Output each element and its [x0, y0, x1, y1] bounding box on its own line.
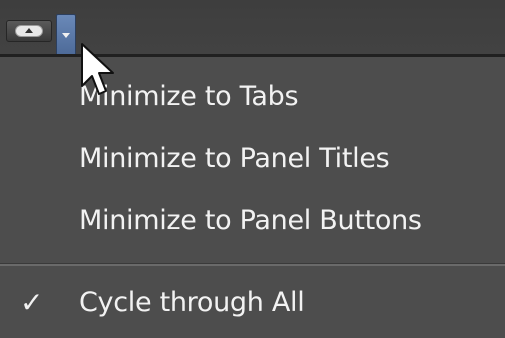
menu-item-minimize-to-tabs[interactable]: Minimize to Tabs	[0, 69, 505, 125]
application-window: Minimize to Tabs Minimize to Panel Title…	[0, 0, 505, 338]
minimize-panels-button[interactable]	[6, 20, 52, 42]
menu-item-label: Minimize to Tabs	[79, 81, 299, 112]
menu-item-minimize-to-panel-buttons[interactable]: Minimize to Panel Buttons	[0, 193, 505, 249]
menu-item-label: Minimize to Panel Titles	[79, 143, 390, 174]
minimize-options-dropdown-button[interactable]	[56, 14, 76, 56]
minimize-options-menu: Minimize to Tabs Minimize to Panel Title…	[0, 57, 505, 338]
minimize-pill-icon	[15, 25, 43, 37]
menu-item-label: Cycle through All	[79, 287, 305, 318]
menu-item-cycle-through-all[interactable]: ✓ Cycle through All	[0, 275, 505, 331]
chevron-down-icon	[62, 33, 70, 38]
menu-separator	[0, 263, 505, 266]
checkmark-icon: ✓	[20, 286, 44, 319]
menu-item-minimize-to-panel-titles[interactable]: Minimize to Panel Titles	[0, 131, 505, 187]
menu-item-label: Minimize to Panel Buttons	[79, 205, 422, 236]
panel-toolbar	[0, 0, 505, 56]
